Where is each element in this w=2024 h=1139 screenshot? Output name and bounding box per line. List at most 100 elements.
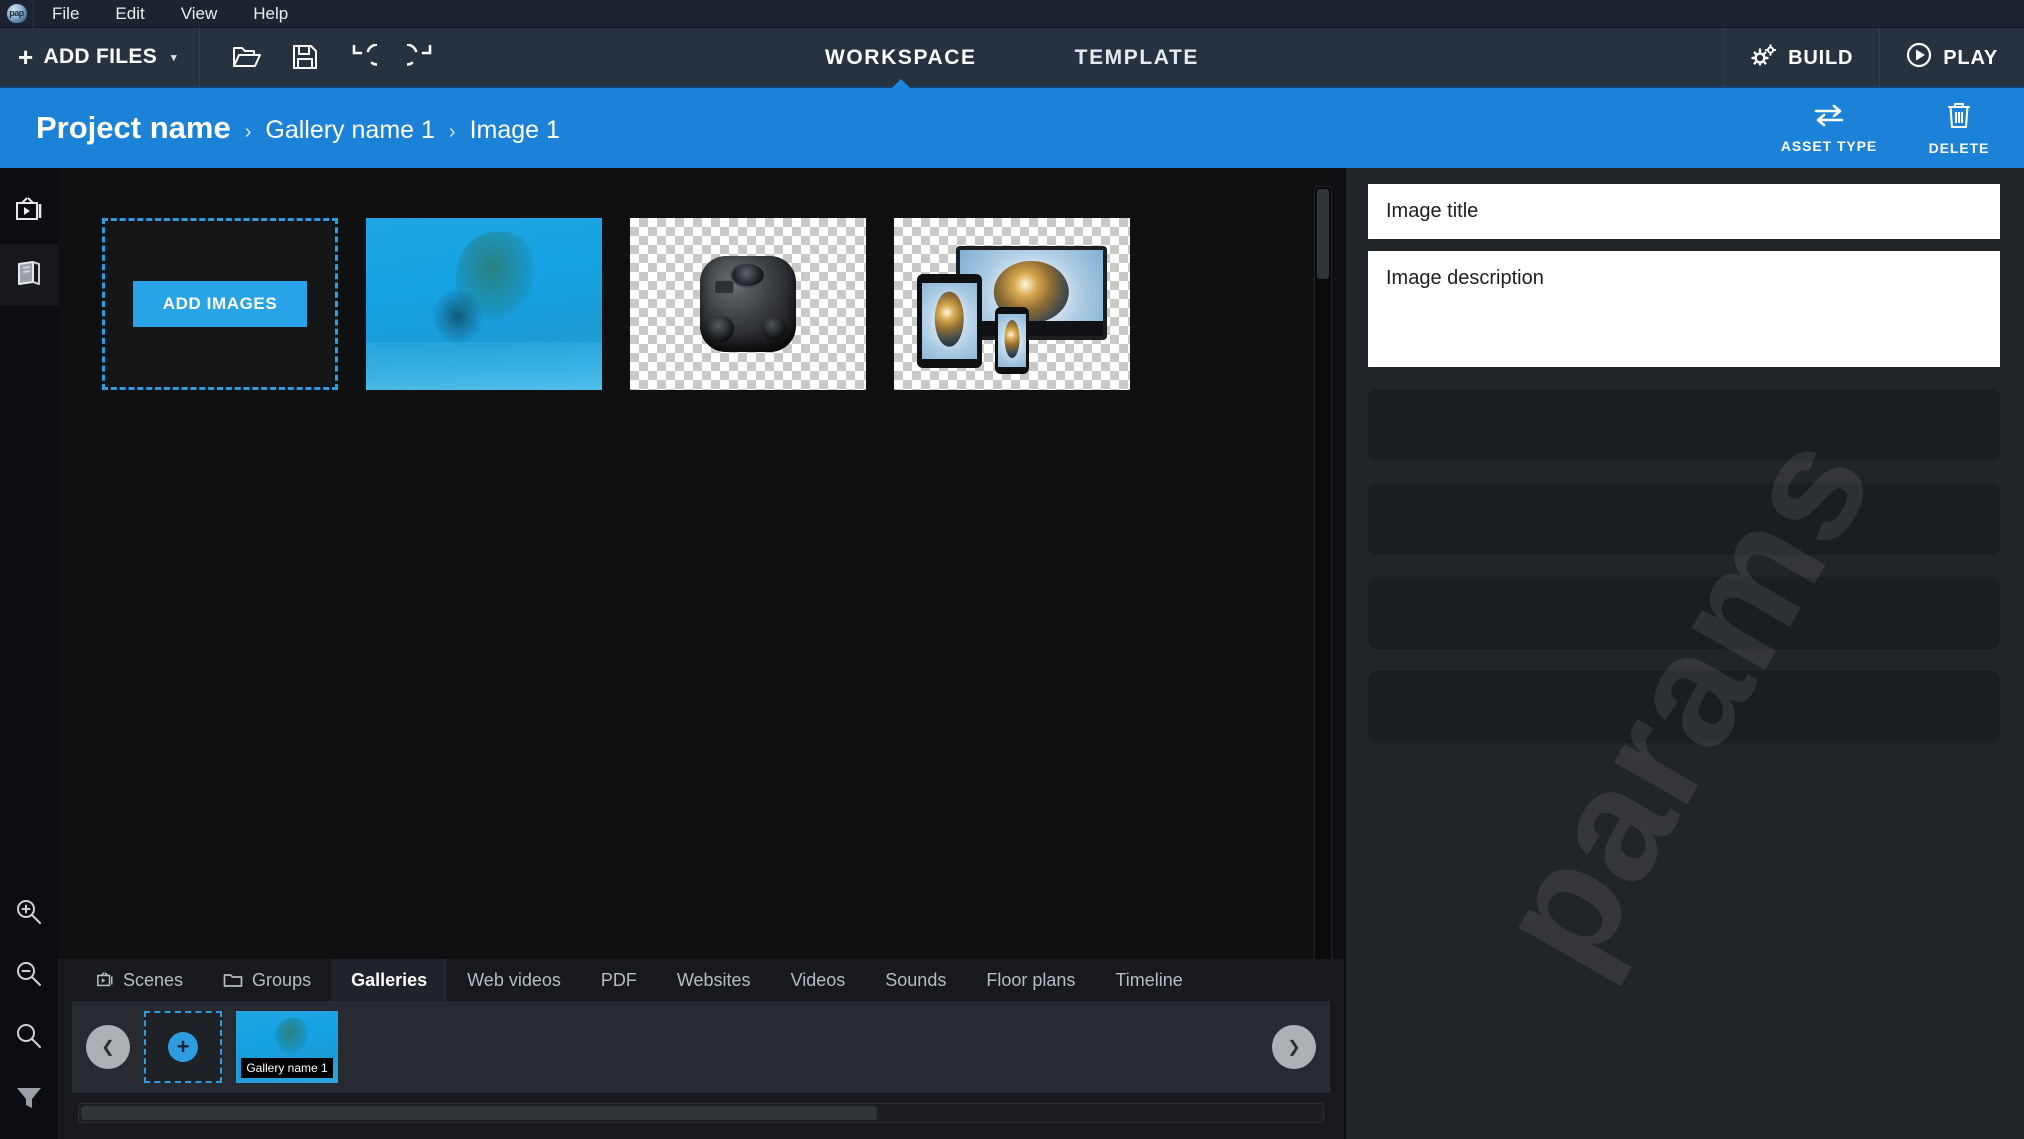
breadcrumb: Project name › Gallery name 1 › Image 1	[0, 110, 560, 146]
menu-item-edit[interactable]: Edit	[101, 1, 158, 27]
tab-groups[interactable]: Groups	[203, 959, 331, 1001]
breadcrumb-gallery[interactable]: Gallery name 1	[265, 116, 435, 145]
filter-button[interactable]	[0, 1069, 58, 1131]
gallery-item[interactable]: Gallery name 1	[236, 1011, 338, 1083]
toolbar-right-actions: BUILD PLAY	[1724, 28, 2024, 88]
thumbnail-image	[366, 218, 602, 390]
rail-top-group	[0, 168, 58, 306]
gallery-horizontal-scrollbar[interactable]	[78, 1103, 1324, 1123]
chevron-right-icon: ❯	[1287, 1039, 1301, 1056]
tab-workspace[interactable]: WORKSPACE	[819, 28, 983, 88]
application-window: pap File Edit View Help + ADD FILES ▾ WO…	[0, 0, 2024, 1139]
tab-sounds[interactable]: Sounds	[865, 959, 966, 1001]
redo-button[interactable]	[400, 36, 442, 78]
rail-item-scenes[interactable]	[0, 182, 58, 244]
gallery-next-button[interactable]: ❯	[1272, 1025, 1316, 1069]
underwater-shape	[275, 1017, 309, 1054]
params-panel: params Image title Image description	[1344, 168, 2024, 1139]
tab-galleries[interactable]: Galleries	[331, 959, 448, 1001]
planet-360-graphic	[1004, 320, 1020, 359]
tab-label: PDF	[600, 969, 637, 990]
thumbnail-devices[interactable]	[894, 218, 1130, 390]
build-button[interactable]: BUILD	[1724, 28, 1879, 88]
gears-icon	[1751, 44, 1777, 72]
param-placeholder-block[interactable]	[1368, 577, 2000, 649]
menu-item-help[interactable]: Help	[239, 1, 302, 27]
rig-lens-right	[762, 316, 786, 340]
tab-label: Floor plans	[986, 969, 1076, 990]
tab-pdf[interactable]: PDF	[581, 959, 657, 1001]
zoom-out-button[interactable]	[0, 945, 58, 1007]
image-title-input[interactable]: Image title	[1368, 184, 2000, 239]
open-folder-button[interactable]	[226, 36, 268, 78]
param-placeholder-block[interactable]	[1368, 389, 2000, 461]
scrollbar-thumb[interactable]	[81, 1106, 878, 1120]
breadcrumb-separator: ›	[448, 121, 456, 143]
add-files-label: ADD FILES	[43, 45, 158, 68]
breadcrumb-image[interactable]: Image 1	[470, 116, 560, 145]
rig-panel	[714, 280, 734, 294]
undo-button[interactable]	[342, 36, 384, 78]
thumbnail-underwater[interactable]	[366, 218, 602, 390]
play-button[interactable]: PLAY	[1879, 28, 2024, 88]
thumbnail-camera-rig[interactable]	[630, 218, 866, 390]
library-book-icon	[15, 259, 43, 292]
trash-icon	[1946, 101, 1972, 134]
gallery-strip: ❮ + Gallery name 1 ❯	[72, 1001, 1330, 1093]
scrollbar-thumb[interactable]	[1317, 189, 1329, 279]
zoom-out-icon	[15, 960, 43, 993]
menu-bar: pap File Edit View Help	[0, 0, 2024, 28]
swap-arrows-icon	[1812, 103, 1846, 132]
tab-websites[interactable]: Websites	[657, 959, 771, 1001]
tab-label: Sounds	[885, 969, 947, 990]
tab-timeline[interactable]: Timeline	[1095, 959, 1202, 1001]
asset-type-button[interactable]: ASSET TYPE	[1764, 88, 1894, 168]
add-files-button[interactable]: + ADD FILES ▾	[0, 27, 200, 87]
breadcrumb-project[interactable]: Project name	[36, 110, 231, 146]
menu-item-file[interactable]: File	[38, 1, 93, 27]
rail-item-library[interactable]	[0, 244, 58, 306]
underwater-seabed	[366, 341, 602, 390]
thumbnail-image	[630, 218, 866, 390]
add-images-button[interactable]: ADD IMAGES	[132, 281, 308, 327]
tab-scenes[interactable]: Scenes	[76, 959, 203, 1001]
tab-floor-plans[interactable]: Floor plans	[966, 959, 1095, 1001]
chevron-left-icon: ❮	[101, 1039, 115, 1056]
scenes-icon	[14, 196, 44, 230]
gallery-prev-button[interactable]: ❮	[86, 1025, 130, 1069]
param-placeholder-block[interactable]	[1368, 483, 2000, 555]
save-button[interactable]	[284, 36, 326, 78]
gallery-item-label: Gallery name 1	[241, 1058, 333, 1078]
add-images-dropzone[interactable]: ADD IMAGES	[102, 218, 338, 390]
tab-label: Timeline	[1115, 969, 1183, 990]
image-description-input[interactable]: Image description	[1368, 251, 2000, 367]
param-placeholder-block[interactable]	[1368, 671, 2000, 743]
plus-circle-icon: +	[168, 1032, 198, 1062]
folder-icon	[223, 972, 243, 988]
main-toolbar: + ADD FILES ▾ WORKSPACE TEMPLATE BUILD P…	[0, 27, 2024, 88]
filter-icon	[15, 1085, 43, 1116]
add-gallery-button[interactable]: +	[144, 1011, 222, 1083]
toolbar-icon-group	[200, 36, 442, 78]
zoom-reset-button[interactable]	[0, 1007, 58, 1069]
tab-template[interactable]: TEMPLATE	[1069, 28, 1205, 88]
delete-button[interactable]: DELETE	[1894, 88, 2024, 168]
devices-graphic	[904, 228, 1120, 380]
zoom-in-button[interactable]	[0, 883, 58, 945]
thumbnail-grid: ADD IMAGES	[102, 218, 1130, 390]
menu-item-view[interactable]: View	[167, 1, 232, 27]
left-icon-rail	[0, 168, 58, 1139]
app-logo: pap	[0, 0, 34, 28]
delete-label: DELETE	[1928, 139, 1990, 156]
tab-label: Galleries	[351, 969, 428, 990]
device-tablet	[916, 273, 982, 368]
tablet-screen	[921, 282, 977, 359]
tab-web-videos[interactable]: Web videos	[447, 959, 581, 1001]
tab-videos[interactable]: Videos	[771, 959, 866, 1001]
rig-lens-top	[730, 262, 766, 288]
asset-type-tabs: Scenes Groups Galleries Web videos PDF W…	[58, 959, 1344, 1001]
build-label: BUILD	[1788, 46, 1854, 69]
planet-360-graphic	[935, 291, 964, 347]
tab-label: Websites	[676, 969, 751, 990]
tab-label: Groups	[252, 969, 312, 990]
